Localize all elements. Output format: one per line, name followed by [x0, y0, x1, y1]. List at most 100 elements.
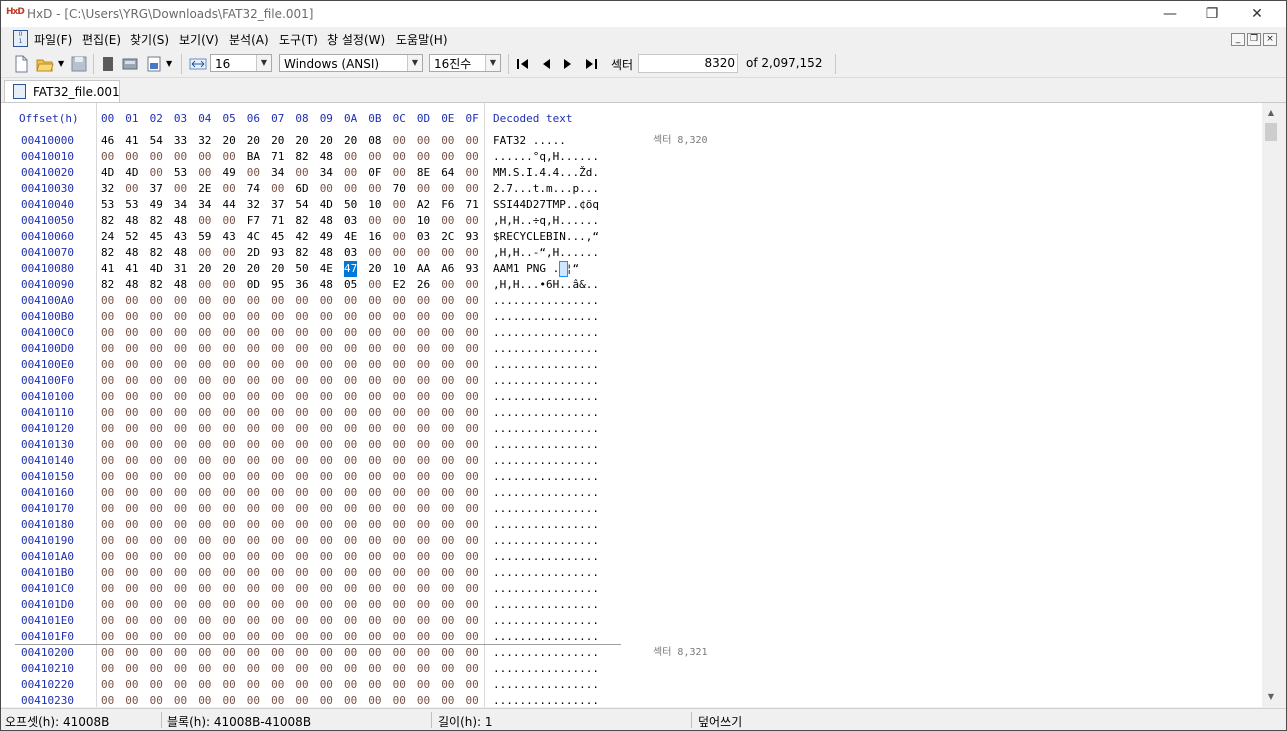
- hex-byte[interactable]: 00: [393, 597, 406, 613]
- hex-byte[interactable]: 00: [125, 421, 138, 437]
- hex-byte[interactable]: 00: [344, 549, 357, 565]
- hex-byte[interactable]: 00: [295, 437, 308, 453]
- hex-byte[interactable]: A2: [417, 197, 430, 213]
- hex-byte[interactable]: 00: [174, 597, 187, 613]
- hex-byte[interactable]: 64: [441, 165, 454, 181]
- hex-byte[interactable]: 00: [150, 373, 163, 389]
- mdi-close-icon[interactable]: ×: [1263, 33, 1277, 46]
- hex-byte[interactable]: 00: [174, 645, 187, 661]
- decoded-text[interactable]: ................: [493, 549, 599, 565]
- hex-byte[interactable]: 00: [150, 293, 163, 309]
- hex-byte[interactable]: 48: [174, 213, 187, 229]
- hex-byte[interactable]: 00: [466, 341, 479, 357]
- hex-row[interactable]: 00410170 00 00 00 00 00 00 00 00 00 00 00 00 00 00 00 00…: [1, 501, 1262, 517]
- hex-byte[interactable]: 00: [150, 517, 163, 533]
- hex-byte[interactable]: 59: [198, 229, 211, 245]
- hex-byte[interactable]: 00: [417, 245, 430, 261]
- hex-byte[interactable]: 00: [320, 693, 333, 707]
- hex-byte[interactable]: 00: [393, 149, 406, 165]
- scrollbar-thumb[interactable]: [1265, 123, 1277, 141]
- hex-byte[interactable]: 00: [393, 501, 406, 517]
- decoded-text[interactable]: ................: [493, 309, 599, 325]
- hex-byte[interactable]: 00: [150, 149, 163, 165]
- close-file-icon[interactable]: [101, 55, 115, 73]
- hex-byte[interactable]: 00: [466, 549, 479, 565]
- hex-byte[interactable]: 95: [271, 277, 284, 293]
- hex-byte[interactable]: 00: [466, 565, 479, 581]
- hex-row[interactable]: 00410020 4D 4D 00 53 00 49 00 34 00 34 00 0F 00 8E 64 00…: [1, 165, 1262, 181]
- hex-byte[interactable]: 00: [466, 133, 479, 149]
- hex-byte[interactable]: 00: [198, 693, 211, 707]
- hex-byte[interactable]: 00: [441, 293, 454, 309]
- hex-byte[interactable]: 00: [101, 693, 114, 707]
- hex-byte[interactable]: 20: [223, 133, 236, 149]
- hex-byte[interactable]: 31: [174, 261, 187, 277]
- hex-byte[interactable]: 00: [247, 517, 260, 533]
- hex-byte[interactable]: 00: [417, 581, 430, 597]
- hex-byte[interactable]: 00: [223, 549, 236, 565]
- hex-byte[interactable]: 71: [271, 213, 284, 229]
- hex-byte[interactable]: 00: [223, 613, 236, 629]
- hex-byte[interactable]: 00: [417, 421, 430, 437]
- hex-byte[interactable]: 00: [271, 373, 284, 389]
- hex-byte[interactable]: 71: [271, 149, 284, 165]
- hex-byte[interactable]: 00: [198, 677, 211, 693]
- hex-byte[interactable]: 00: [417, 661, 430, 677]
- hex-byte[interactable]: 00: [344, 373, 357, 389]
- hex-byte[interactable]: 49: [223, 165, 236, 181]
- previous-sector-icon[interactable]: [539, 55, 553, 73]
- hex-byte[interactable]: 00: [271, 469, 284, 485]
- hex-byte[interactable]: 00: [174, 565, 187, 581]
- hex-byte[interactable]: 00: [417, 693, 430, 707]
- hex-byte[interactable]: 00: [150, 485, 163, 501]
- hex-byte[interactable]: 00: [174, 325, 187, 341]
- hex-byte[interactable]: 00: [223, 389, 236, 405]
- hex-byte[interactable]: 00: [101, 325, 114, 341]
- hex-byte[interactable]: 00: [223, 517, 236, 533]
- hex-byte[interactable]: 00: [368, 389, 381, 405]
- hex-byte[interactable]: 00: [393, 389, 406, 405]
- hex-byte[interactable]: 00: [174, 437, 187, 453]
- decoded-text[interactable]: ................: [493, 533, 599, 549]
- decoded-text[interactable]: ................: [493, 629, 599, 645]
- hex-byte[interactable]: 00: [174, 373, 187, 389]
- hex-byte[interactable]: 00: [101, 565, 114, 581]
- hex-byte[interactable]: BA: [247, 149, 260, 165]
- hex-byte[interactable]: 00: [368, 277, 381, 293]
- mdi-minimize-icon[interactable]: _: [1231, 33, 1245, 46]
- hex-byte[interactable]: 00: [466, 453, 479, 469]
- hex-byte[interactable]: 00: [101, 581, 114, 597]
- hex-byte[interactable]: 42: [295, 229, 308, 245]
- hex-byte[interactable]: 00: [125, 549, 138, 565]
- hex-byte[interactable]: 00: [198, 405, 211, 421]
- hex-byte[interactable]: 00: [271, 293, 284, 309]
- hex-byte[interactable]: 00: [441, 181, 454, 197]
- hex-byte[interactable]: 00: [344, 581, 357, 597]
- hex-byte[interactable]: 00: [198, 309, 211, 325]
- hex-byte[interactable]: 82: [295, 245, 308, 261]
- hex-byte[interactable]: 00: [101, 629, 114, 645]
- hex-byte[interactable]: 00: [223, 645, 236, 661]
- decoded-text[interactable]: ................: [493, 469, 599, 485]
- hex-byte[interactable]: 00: [247, 565, 260, 581]
- hex-byte[interactable]: 41: [101, 261, 114, 277]
- hex-byte[interactable]: 4D: [150, 261, 163, 277]
- hex-byte[interactable]: 00: [466, 517, 479, 533]
- open-disk-icon[interactable]: [121, 55, 139, 73]
- hex-byte[interactable]: 00: [271, 661, 284, 677]
- hex-byte[interactable]: 00: [295, 533, 308, 549]
- hex-byte[interactable]: 32: [247, 197, 260, 213]
- save-icon[interactable]: [71, 55, 87, 73]
- hex-byte[interactable]: 00: [466, 389, 479, 405]
- hex-byte[interactable]: 00: [393, 565, 406, 581]
- menu-help[interactable]: 도움말(H): [396, 31, 448, 48]
- hex-byte[interactable]: 00: [198, 629, 211, 645]
- hex-byte[interactable]: 00: [466, 469, 479, 485]
- hex-byte[interactable]: 00: [223, 325, 236, 341]
- hex-row[interactable]: 00410150 00 00 00 00 00 00 00 00 00 00 00 00 00 00 00 00…: [1, 469, 1262, 485]
- hex-row[interactable]: 004100D0 00 00 00 00 00 00 00 00 00 00 00 00 00 00 00 00…: [1, 341, 1262, 357]
- hex-byte[interactable]: 00: [466, 645, 479, 661]
- hex-byte[interactable]: 00: [368, 629, 381, 645]
- hex-byte[interactable]: 00: [125, 565, 138, 581]
- hex-row[interactable]: 00410050 82 48 82 48 00 00 F7 71 82 48 03 00 00 10 00 00…: [1, 213, 1262, 229]
